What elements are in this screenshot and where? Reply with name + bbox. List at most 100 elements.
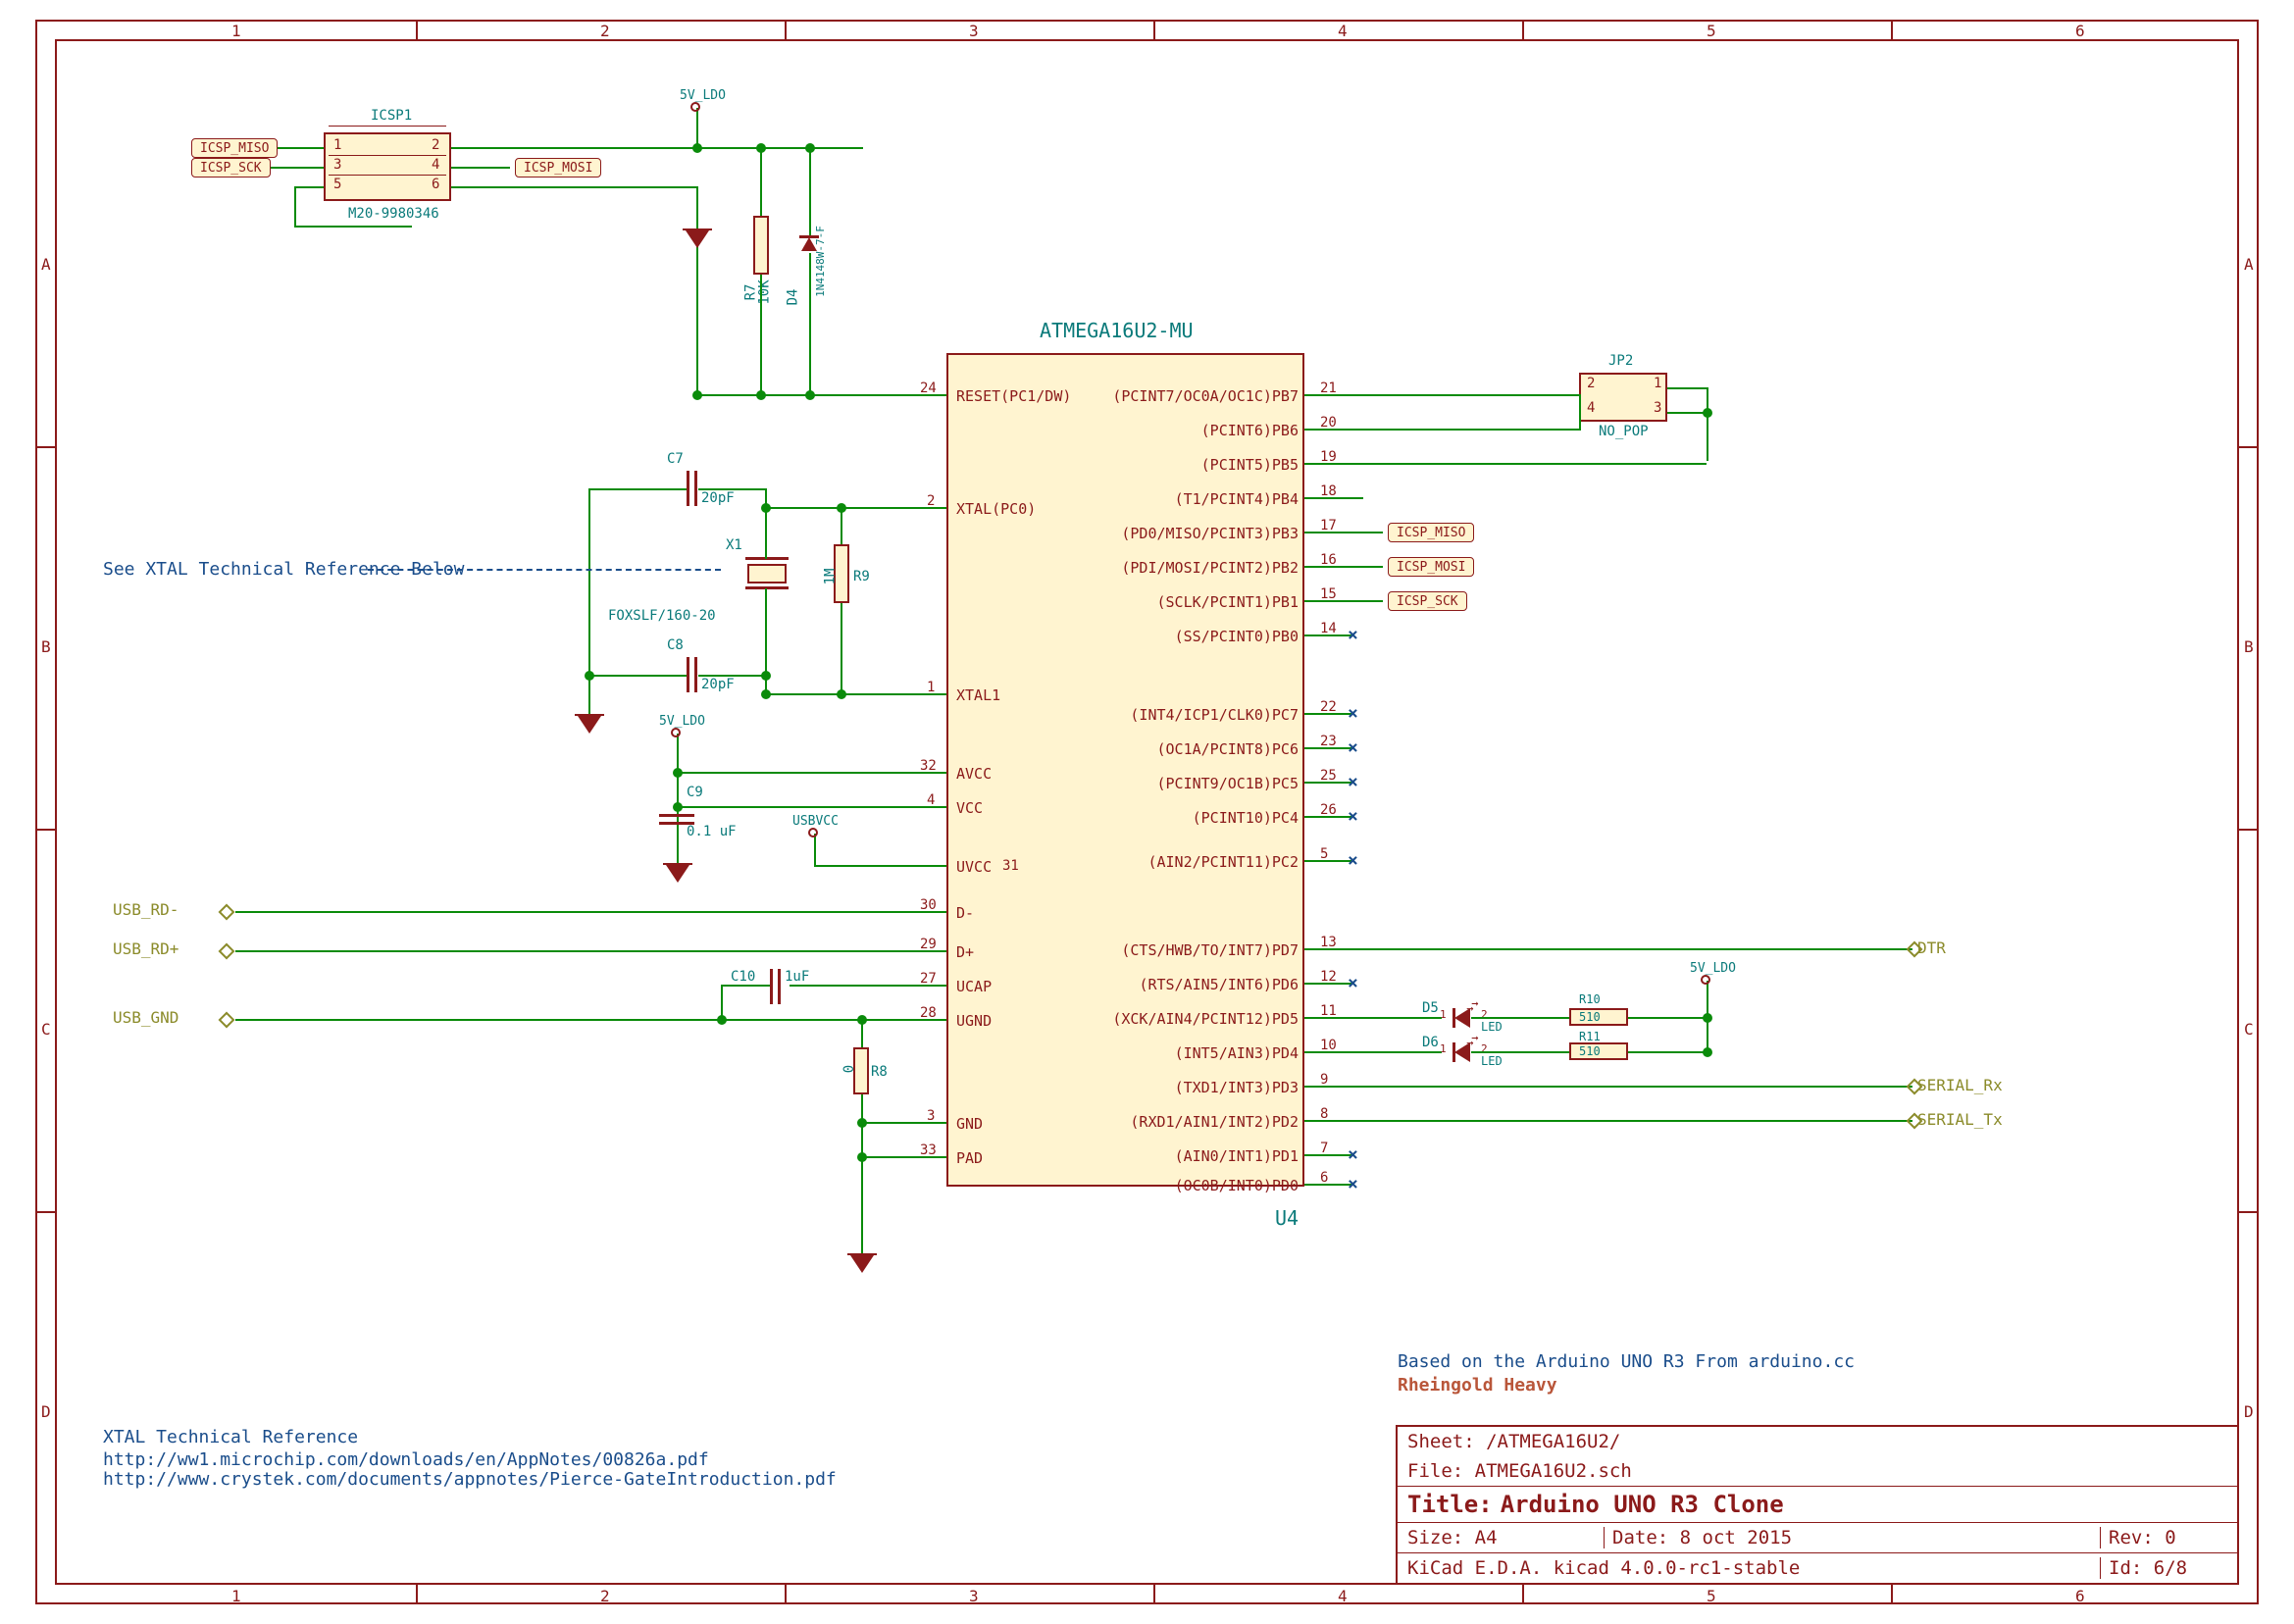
wire (1304, 532, 1383, 533)
wire (588, 488, 687, 490)
ruler-tick (1891, 22, 1893, 39)
wire (1667, 387, 1707, 389)
pin-label-pc7: (INT4/ICP1/CLK0)PC7 (1130, 706, 1299, 724)
pin-label-dminus: D- (956, 904, 974, 922)
note-company: Rheingold Heavy (1398, 1375, 1557, 1396)
ruler-col-6-top: 6 (2075, 22, 2085, 40)
wire (765, 588, 767, 647)
ground-icon (686, 230, 709, 248)
wire (888, 806, 946, 808)
no-connect-icon: × (1348, 625, 1358, 645)
net-serial-rx: SERIAL_Rx (1917, 1076, 2003, 1094)
ground-icon (578, 716, 601, 734)
net-icsp-sck-r: ICSP_SCK (1388, 591, 1467, 611)
ruler-tick (1522, 22, 1524, 39)
pin-label-avcc: AVCC (956, 765, 992, 783)
ruler-row-b-left: B (41, 637, 51, 656)
wire (888, 1156, 946, 1158)
wire (888, 394, 946, 396)
wire (1304, 1017, 1442, 1019)
wire (765, 507, 888, 509)
titleblock-size: A4 (1475, 1527, 1498, 1548)
jp2-ref: JP2 (1608, 353, 1633, 369)
pin-label-dplus: D+ (956, 943, 974, 961)
net-usb-rd-minus: USB_RD- (113, 900, 178, 919)
power-icon (690, 102, 700, 112)
wire (861, 1122, 888, 1124)
wire (765, 693, 888, 695)
no-connect-icon: × (1348, 973, 1358, 993)
no-connect-icon: × (1348, 703, 1358, 724)
ground-icon (850, 1255, 874, 1273)
wire (1304, 566, 1383, 568)
wire (841, 508, 842, 544)
wire (790, 985, 946, 987)
ruler-tick (416, 1585, 418, 1602)
wire (696, 186, 698, 397)
wire (294, 186, 296, 226)
wire (698, 488, 767, 490)
ruler-col-1-bot: 1 (231, 1587, 241, 1605)
wire (451, 167, 510, 169)
titleblock-rev: 0 (2165, 1527, 2175, 1548)
wire (809, 147, 811, 235)
pin-label-pd1: (AIN0/INT1)PD1 (1175, 1147, 1299, 1165)
ruler-col-1-top: 1 (231, 22, 241, 40)
junction-dot (1703, 1013, 1712, 1023)
icsp-val: M20-9980346 (348, 206, 439, 222)
wire (760, 275, 762, 397)
titleblock-sheet: Sheet: /ATMEGA16U2/ (1407, 1431, 2227, 1452)
wire (1304, 983, 1353, 985)
wire (1471, 1051, 1569, 1053)
d6-val: LED (1481, 1054, 1503, 1068)
pin-label-pd6: (RTS/AIN5/INT6)PD6 (1139, 976, 1299, 993)
junction-dot (761, 503, 771, 513)
ruler-tick (416, 22, 418, 39)
junction-dot (692, 390, 702, 400)
crystal-plate (745, 557, 789, 560)
net-serial-tx: SERIAL_Tx (1917, 1110, 2003, 1129)
net-icsp-sck: ICSP_SCK (191, 158, 271, 178)
ruler-tick (2239, 829, 2257, 831)
wire (235, 950, 946, 952)
ruler-tick (1522, 1585, 1524, 1602)
ruler-row-a-right: A (2244, 255, 2254, 274)
wire (1304, 713, 1353, 715)
pin-label-ucap: UCAP (956, 978, 992, 995)
ruler-col-3-top: 3 (969, 22, 979, 40)
pin-label-pd5: (XCK/AIN4/PCINT12)PD5 (1112, 1010, 1299, 1028)
r9-ref: R9 (853, 569, 870, 584)
pin-label-pb2: (PDI/MOSI/PCINT2)PB2 (1121, 559, 1299, 577)
wire (888, 693, 946, 695)
ruler-col-5-top: 5 (1707, 22, 1716, 40)
pin-label-pb5: (PCINT5)PB5 (1201, 456, 1299, 474)
net-icsp-miso: ICSP_MISO (191, 138, 278, 158)
ruler-tick (2239, 446, 2257, 448)
pin-label-pb7: (PCINT7/OC0A/OC1C)PB7 (1112, 387, 1299, 405)
note-dotted-line (368, 569, 721, 571)
titleblock-file: File: ATMEGA16U2.sch (1407, 1460, 2227, 1482)
wire (888, 1122, 946, 1124)
power-5v-1: 5V_LDO (680, 88, 726, 103)
wire (1628, 1017, 1707, 1019)
wire (1304, 429, 1579, 431)
d5-val: LED (1481, 1020, 1503, 1034)
note-based-on: Based on the Arduino UNO R3 From arduino… (1398, 1351, 1855, 1372)
wire (1304, 497, 1363, 499)
d4-ref: D4 (785, 289, 800, 306)
crystal-plate (745, 586, 789, 589)
title-block: Sheet: /ATMEGA16U2/ File: ATMEGA16U2.sch… (1396, 1425, 2239, 1585)
no-connect-icon: × (1348, 806, 1358, 827)
ruler-col-4-bot: 4 (1338, 1587, 1348, 1605)
wire (451, 186, 696, 188)
wire (696, 147, 863, 149)
wire (1667, 412, 1707, 414)
no-connect-icon: × (1348, 772, 1358, 792)
wire (888, 772, 946, 774)
xtal-link-1[interactable]: http://ww1.microchip.com/downloads/en/Ap… (103, 1449, 709, 1470)
pin-label-pc5: (PCINT9/OC1B)PC5 (1157, 775, 1300, 792)
pin-label-gnd: GND (956, 1115, 983, 1133)
junction-dot (585, 671, 594, 681)
xtal-link-2[interactable]: http://www.crystek.com/documents/appnote… (103, 1469, 837, 1490)
no-connect-icon: × (1348, 850, 1358, 871)
